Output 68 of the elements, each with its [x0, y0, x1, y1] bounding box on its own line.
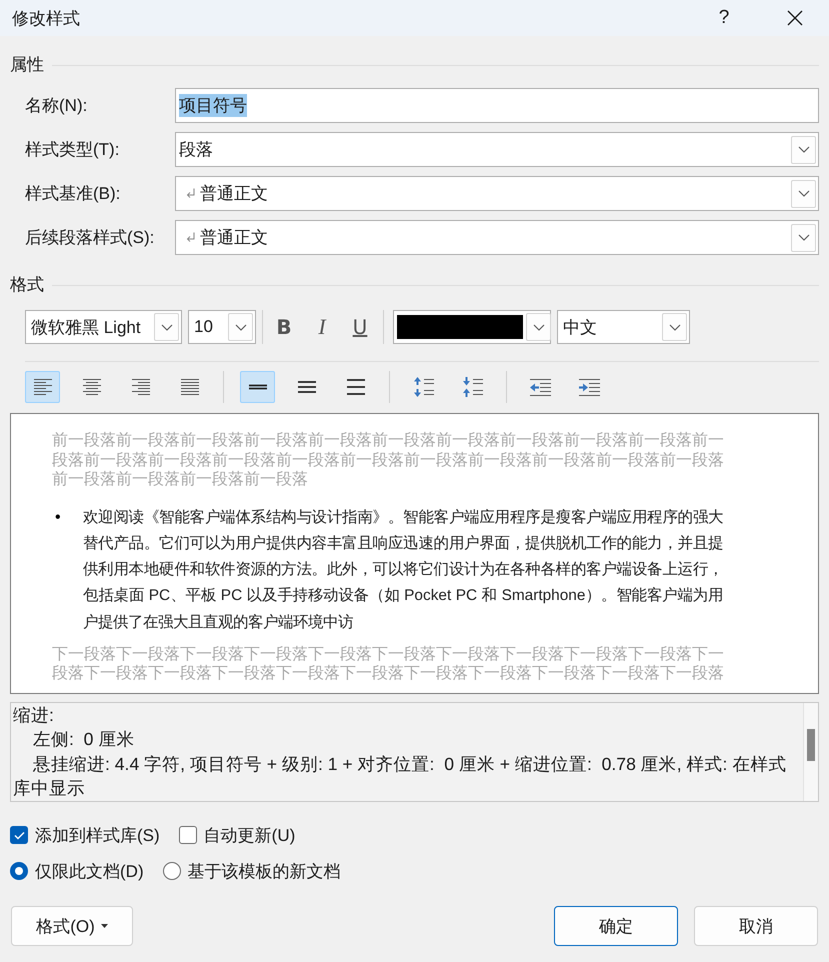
cancel-button[interactable]: 取消	[694, 906, 818, 946]
description-heading: 缩进:	[13, 704, 55, 727]
align-left-button[interactable]	[25, 371, 60, 403]
dropdown-arrow-button[interactable]	[154, 313, 179, 341]
dropdown[interactable]: 普通正文	[175, 176, 819, 211]
font-size-dropdown[interactable]: 10	[188, 310, 256, 344]
dropdown-arrow-button[interactable]	[662, 313, 687, 341]
list-bullet: •	[55, 508, 62, 528]
previous-paragraph-text: 前一段落前一段落前一段落前一段落前一段落前一段落前一段落前一段落前一段落前一段落前一段落前一段落前一段落前一段落前一段落前一段落前一段落前一段落前一段落前一段落前一段落前一段落前一段落前一段落前一段落	[52, 431, 725, 490]
help-button[interactable]: ?	[701, 0, 747, 36]
checkbox-label[interactable]: 自动更新(U)	[204, 824, 296, 846]
field-label: 样式类型(T):	[25, 139, 120, 161]
chevron-down-icon	[234, 324, 246, 330]
chevron-down-icon	[798, 146, 810, 153]
font-color-dropdown[interactable]	[393, 310, 551, 344]
bold-button[interactable]: B	[267, 311, 301, 343]
chevron-down-icon	[668, 324, 680, 330]
group-heading: 格式	[10, 275, 44, 295]
align-justify-icon	[180, 379, 198, 395]
field-label: 后续段落样式(S):	[25, 227, 156, 249]
italic-button[interactable]: I	[305, 311, 339, 343]
dropdown-arrow-button[interactable]	[791, 136, 816, 164]
caret-down-icon	[100, 924, 108, 928]
close-icon	[787, 10, 803, 26]
dropdown-arrow-button[interactable]	[791, 224, 816, 252]
format-menu-button[interactable]: 格式(O)	[11, 906, 133, 946]
line-spacing-double-icon	[346, 379, 366, 395]
dropdown[interactable]: 普通正文	[175, 220, 819, 255]
field-label: 名称(N):	[25, 95, 88, 117]
align-left-icon	[34, 379, 52, 395]
chevron-down-icon	[798, 190, 810, 197]
radio-label[interactable]: 仅限此文档(D)	[35, 860, 144, 882]
language-dropdown[interactable]: 中文	[557, 310, 690, 344]
chevron-down-icon	[160, 324, 172, 330]
checkmark-icon	[14, 830, 24, 840]
field-label: 样式基准(B):	[25, 183, 122, 205]
next-paragraph-text: 下一段落下一段落下一段落下一段落下一段落下一段落下一段落下一段落下一段落下一段落下一段落下一段落下一段落下一段落下一段落下一段落下一段落下一段落下一段落下一段落下一段落	[52, 644, 725, 684]
paragraph-spacing-increase-icon	[412, 376, 434, 398]
paragraph-spacing-decrease-icon	[462, 376, 484, 398]
radio-button[interactable]	[162, 862, 181, 880]
align-center-icon	[82, 379, 100, 395]
text-field[interactable]: 项目符号	[175, 88, 819, 123]
description-line: 左侧: 0 厘米	[32, 728, 136, 752]
dropdown-arrow-button[interactable]	[791, 180, 816, 208]
description-line: 悬挂缩进: 4.4 字符, 项目符号 + 级别: 1 + 对齐位置: 0 厘米 + 缩进位置: 0.78 厘米, 样式: 在样式库中显示	[13, 752, 788, 800]
font-dropdown[interactable]: 微软雅黑 Light	[25, 310, 182, 344]
radio-button[interactable]	[10, 862, 28, 880]
dropdown-arrow-button[interactable]	[526, 313, 551, 341]
align-right-icon	[132, 379, 150, 395]
decrease-indent-icon	[529, 378, 552, 396]
dropdown[interactable]: 段落	[175, 132, 819, 167]
chevron-down-icon	[798, 234, 810, 241]
line-spacing-single-button[interactable]	[240, 371, 275, 403]
scrollbar-thumb[interactable]	[807, 729, 815, 761]
increase-indent-icon	[578, 378, 601, 396]
line-spacing-one-half-icon	[296, 379, 316, 395]
ok-button[interactable]: 确定	[554, 906, 678, 946]
window-title: 修改样式	[12, 8, 81, 30]
underline-button[interactable]: U	[343, 311, 377, 343]
radio-label[interactable]: 基于该模板的新文档	[188, 860, 341, 882]
checkbox[interactable]	[10, 826, 28, 844]
preview-paragraph: 欢迎阅读《智能客户端体系结构与设计指南》。智能客户端应用程序是瘦客户端应用程序的强大替代产品。它们可以为用户提供内容丰富且响应迅速的用户界面，提供脱机工作的能力，并且提供利用本地硬件和软件资源的方法。此外，可以将它们设计为在各种各样的客户端设备上运行，包括桌面 PC、平板 PC 以及手持移动设备（如 Pocket PC 和 Smartphone）。智能客户端为用户提供了在强大且直观的客户端环境中访	[83, 508, 723, 633]
dropdown-arrow-button[interactable]	[228, 313, 253, 341]
checkbox[interactable]	[178, 826, 197, 844]
checkbox-label[interactable]: 添加到样式库(S)	[35, 824, 160, 846]
group-heading: 属性	[10, 55, 44, 75]
scrollbar[interactable]	[803, 703, 818, 801]
chevron-down-icon	[532, 324, 544, 330]
